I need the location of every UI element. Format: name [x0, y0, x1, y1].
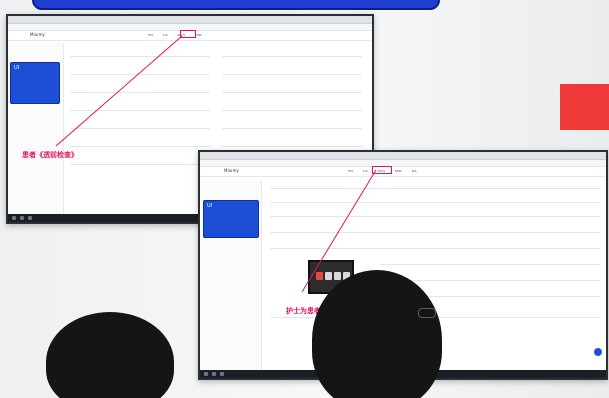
pointer-line	[55, 35, 183, 147]
audience-head	[312, 270, 442, 398]
eyeglasses	[418, 308, 436, 318]
annotation-caption: 患者《透前检查》	[22, 151, 78, 159]
